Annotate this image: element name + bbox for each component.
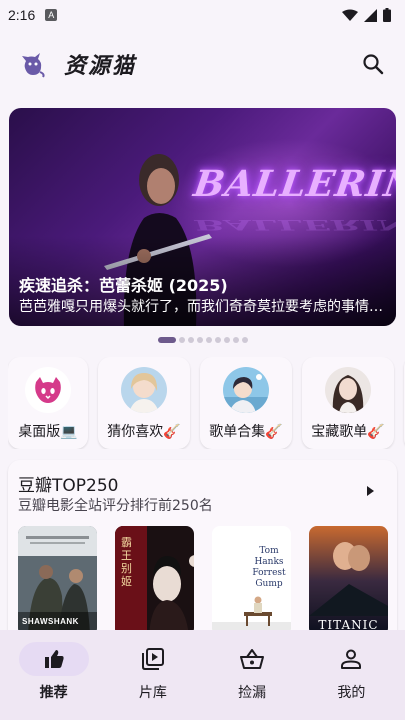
nav-active-pill xyxy=(18,642,89,676)
pager-dot[interactable] xyxy=(205,337,212,343)
shortcut-desktop[interactable]: 桌面版💻 xyxy=(8,357,88,449)
app-title: 资源猫 xyxy=(64,53,137,79)
shortcut-row: 桌面版💻 猜你喜欢🎸 歌单合集🎸 宝藏歌单🎸 xyxy=(8,357,405,449)
section-title: 豆瓣TOP250 xyxy=(18,476,119,496)
avatar-girl-portrait xyxy=(325,367,371,413)
pager-dot[interactable] xyxy=(241,337,248,343)
section-subtitle: 豆瓣电影全站评分排行前250名 xyxy=(18,498,213,514)
nav-item-recommend[interactable]: 推荐 xyxy=(6,630,102,720)
nav-item-profile[interactable]: 我的 xyxy=(303,630,399,720)
nav-item-library[interactable]: 片库 xyxy=(105,630,201,720)
banner-wordmark: BALLERINA xyxy=(191,163,396,205)
nav-label: 我的 xyxy=(337,685,366,701)
search-icon xyxy=(363,54,384,75)
pager-dot[interactable] xyxy=(178,337,185,343)
play-arrow-icon[interactable] xyxy=(365,486,375,496)
app-bar: 资源猫 xyxy=(0,42,405,86)
banner-pager xyxy=(0,337,405,343)
poster-forrest-gump[interactable]: Tom Hanks Forrest Gump xyxy=(212,526,291,636)
poster-titanic[interactable]: TITANIC xyxy=(309,526,388,636)
nav-pill xyxy=(316,642,386,676)
shortcut-label: 桌面版💻 xyxy=(18,424,78,440)
avatar-anime-girl xyxy=(121,367,167,413)
video-library-icon xyxy=(141,648,164,670)
pager-dot[interactable] xyxy=(187,337,194,343)
shortcut-label: 猜你喜欢🎸 xyxy=(107,424,181,440)
nav-label: 捡漏 xyxy=(238,685,267,701)
banner-title: 疾速追杀：芭蕾杀姬 (2025) xyxy=(19,276,228,295)
featured-banner[interactable]: BALLERINA BALLERINA 疾速追杀：芭蕾杀姬 (2025) 芭芭雅… xyxy=(9,108,396,326)
shortcut-playlist-collection[interactable]: 歌单合集🎸 xyxy=(200,357,292,449)
pager-dot[interactable] xyxy=(214,337,221,343)
shortcut-guess-you-like[interactable]: 猜你喜欢🎸 xyxy=(98,357,190,449)
person-icon xyxy=(341,649,362,669)
nav-label: 推荐 xyxy=(39,685,68,701)
poster-title: SHAWSHANK xyxy=(22,617,79,626)
pager-dot[interactable] xyxy=(196,337,203,343)
cat-logo-icon xyxy=(22,53,45,78)
avatar-anime-boy xyxy=(223,367,269,413)
search-button[interactable] xyxy=(359,50,387,78)
shortcut-label: 宝藏歌单🎸 xyxy=(311,424,385,440)
poster-shawshank[interactable]: SHAWSHANK xyxy=(18,526,97,636)
pager-dot[interactable] xyxy=(232,337,239,343)
wifi-icon xyxy=(342,9,358,21)
banner-subtitle: 芭芭雅嘎只用爆头就行了，而我们奇奇莫拉要考虑的事情就多了 xyxy=(19,299,384,315)
status-icons xyxy=(342,8,391,22)
shortcut-treasure-playlist[interactable]: 宝藏歌单🎸 xyxy=(302,357,394,449)
status-time: 2:16 xyxy=(8,7,36,23)
nav-label: 片库 xyxy=(138,685,167,701)
basket-icon xyxy=(240,649,265,669)
bottom-navigation: 推荐 片库 捡漏 我的 xyxy=(0,630,405,720)
poster-title: Tom Hanks Forrest Gump xyxy=(252,546,286,589)
status-bar: 2:16 A xyxy=(0,0,405,30)
signal-icon xyxy=(364,8,377,22)
poster-farewell-concubine[interactable]: 霸王别姬 xyxy=(115,526,194,636)
thumb-up-icon xyxy=(44,650,64,668)
pager-dot[interactable] xyxy=(223,337,230,343)
nav-pill xyxy=(217,642,287,676)
shortcut-label: 歌单合集🎸 xyxy=(209,424,283,440)
pager-dot[interactable] xyxy=(157,337,176,343)
nav-item-bargain[interactable]: 捡漏 xyxy=(204,630,300,720)
battery-icon xyxy=(383,8,391,22)
douban-top250-section[interactable]: 豆瓣TOP250 豆瓣电影全站评分排行前250名 SHAWSHANK 霸王别姬 … xyxy=(8,460,397,640)
poster-row: SHAWSHANK 霸王别姬 Tom Hanks Forrest Gump TI… xyxy=(18,526,388,636)
cat-icon xyxy=(25,367,71,413)
banner-wordmark-reflection: BALLERINA xyxy=(192,216,396,234)
poster-title: 霸王别姬 xyxy=(121,536,132,588)
nav-pill xyxy=(118,642,188,676)
a-icon: A xyxy=(45,9,58,21)
